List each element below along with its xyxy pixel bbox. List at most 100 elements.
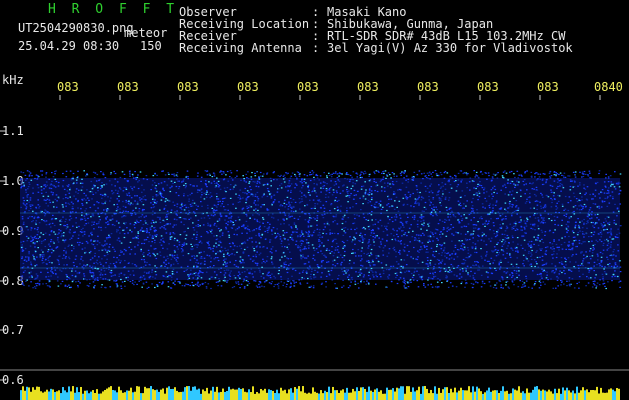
noise-speck [87,222,90,224]
noise-speck [541,255,544,257]
noise-speck [303,174,306,176]
noise-speck [429,264,432,266]
noise-speck [574,174,576,176]
noise-speck [347,228,349,230]
noise-speck [137,174,139,176]
noise-speck [127,276,129,278]
noise-speck [102,265,105,267]
noise-speck [254,175,257,177]
noise-speck [568,216,571,218]
noise-speck [537,219,540,221]
noise-speck [282,284,284,286]
noise-speck [216,196,218,198]
noise-speck [207,247,210,249]
noise-speck [505,225,508,227]
noise-speck [272,217,275,219]
noise-speck [114,189,117,191]
noise-speck [240,258,242,260]
noise-speck [28,171,31,173]
noise-speck [210,231,212,233]
noise-speck [331,279,334,281]
noise-speck [353,222,356,224]
noise-speck [357,282,359,284]
noise-speck [610,185,612,187]
noise-speck [299,282,301,284]
noise-speck [375,283,377,285]
noise-speck [81,203,83,205]
noise-speck [40,242,43,244]
noise-speck [192,211,195,213]
noise-speck [410,272,413,275]
noise-speck [57,241,60,243]
noise-speck [262,217,264,219]
noise-speck [289,204,291,206]
noise-speck [534,176,536,178]
noise-speck [508,203,511,205]
noise-speck [464,238,467,240]
noise-speck [429,262,431,264]
noise-speck [317,251,319,254]
noise-speck [359,176,362,179]
noise-speck [188,198,190,200]
noise-speck [553,250,555,252]
noise-speck [60,236,62,238]
noise-speck [299,250,302,252]
noise-speck [255,211,257,213]
noise-speck [416,270,418,272]
noise-speck [352,252,354,254]
noise-speck [386,209,388,212]
noise-speck [481,280,484,282]
noise-speck [197,225,200,227]
noise-speck [381,172,383,174]
noise-speck [582,273,584,275]
noise-speck [286,196,289,198]
noise-speck [66,264,68,266]
noise-speck [71,274,74,277]
noise-speck [412,179,415,181]
noise-speck [271,216,273,218]
noise-speck [68,231,71,233]
noise-speck [577,264,580,267]
noise-speck [144,277,146,279]
noise-speck [455,231,457,233]
noise-speck [106,279,109,281]
noise-speck [27,188,29,190]
noise-speck [111,193,114,195]
noise-speck [146,228,148,230]
noise-speck [84,278,86,280]
noise-speck [375,206,377,208]
noise-speck [434,271,436,273]
noise-speck [540,205,542,207]
noise-speck [324,226,326,228]
noise-speck [250,176,253,178]
noise-speck [542,264,545,266]
noise-speck [464,233,467,235]
noise-speck [163,181,166,183]
noise-speck [58,197,60,199]
noise-speck [94,210,97,212]
noise-speck [122,210,125,212]
noise-speck [450,224,452,226]
noise-speck [118,226,121,228]
noise-speck [462,172,465,175]
noise-speck [539,256,541,258]
noise-speck [389,174,391,176]
noise-speck [75,188,78,190]
noise-speck [287,264,290,266]
noise-speck [65,252,67,254]
noise-speck [582,241,584,243]
noise-speck [161,226,163,228]
noise-speck [469,189,471,191]
noise-speck [117,237,120,239]
noise-speck [606,216,609,218]
noise-speck [588,271,590,273]
noise-speck [31,221,33,223]
noise-speck [447,286,450,288]
noise-speck [578,226,580,228]
noise-speck [200,271,202,273]
noise-speck [550,197,552,200]
noise-speck [83,264,85,266]
noise-speck [540,217,543,219]
noise-speck [73,246,75,248]
noise-speck [63,224,65,227]
